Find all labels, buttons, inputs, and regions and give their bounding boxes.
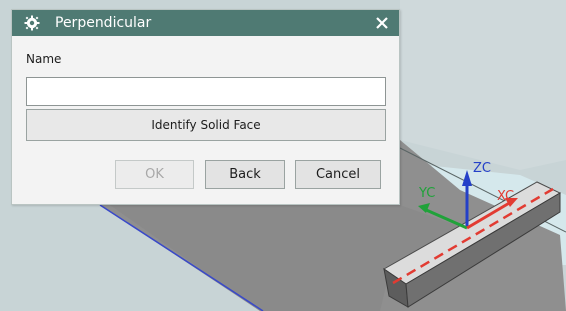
back-button[interactable]: Back (205, 160, 285, 189)
close-icon[interactable] (373, 14, 391, 32)
perpendicular-dialog: Perpendicular Name Identify Solid Face O… (11, 9, 400, 205)
upper-face (400, 0, 566, 170)
ok-button[interactable]: OK (115, 160, 194, 189)
zc-label: ZC (473, 161, 491, 176)
xc-label: XC (497, 189, 514, 204)
yc-label: YC (418, 186, 435, 201)
name-label: Name (26, 52, 62, 66)
gear-icon (24, 15, 40, 31)
application-screen: ZC YC XC Perpendicular Name Identify Sol… (0, 0, 566, 311)
dialog-title: Perpendicular (55, 15, 152, 31)
identify-solid-face-button[interactable]: Identify Solid Face (26, 109, 386, 141)
dialog-titlebar[interactable]: Perpendicular (12, 10, 399, 36)
name-field[interactable] (26, 77, 386, 106)
cancel-button[interactable]: Cancel (295, 160, 381, 189)
